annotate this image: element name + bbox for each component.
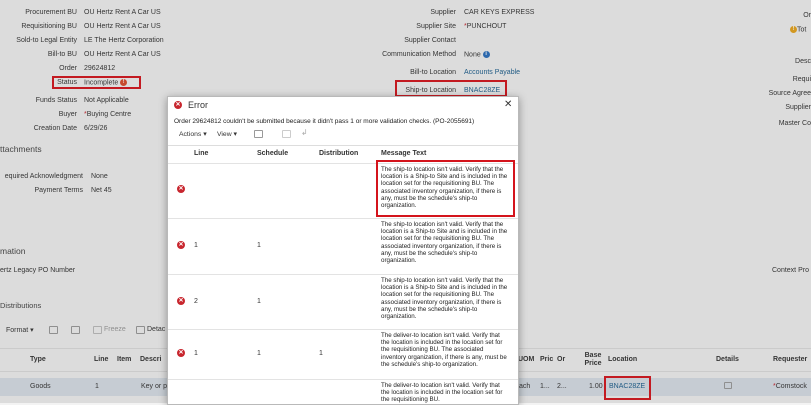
dialog-column-distribution[interactable]: Distribution	[319, 150, 358, 157]
error-message-text: The deliver-to location isn't valid. Ver…	[381, 382, 503, 404]
dialog-column-message[interactable]: Message Text	[381, 150, 426, 157]
error-message-text: The ship-to location isn't valid. Verify…	[381, 221, 508, 265]
error-icon: ✕	[174, 101, 182, 109]
detach-icon[interactable]	[282, 130, 291, 138]
dialog-column-schedule[interactable]: Schedule	[257, 150, 288, 157]
row-schedule: 1	[257, 350, 261, 357]
error-icon: ✕	[177, 349, 185, 357]
close-icon[interactable]: ✕	[504, 99, 512, 110]
error-icon: ✕	[177, 185, 185, 193]
freeze-column-icon[interactable]	[254, 130, 263, 138]
row-schedule: 1	[257, 242, 261, 249]
view-menu[interactable]: View ▾	[217, 130, 237, 138]
error-message-text: The ship-to location isn't valid. Verify…	[381, 277, 508, 321]
dialog-title: Error	[188, 100, 208, 110]
error-dialog: ✕ Error ✕ Order 29624812 couldn't be sub…	[167, 96, 519, 405]
view-menu-label: View	[217, 131, 232, 138]
wrap-icon[interactable]: ↲	[301, 128, 308, 137]
dialog-message: Order 29624812 couldn't be submitted bec…	[174, 118, 475, 125]
message-highlight-box	[376, 160, 515, 217]
dialog-column-line[interactable]: Line	[194, 150, 208, 157]
row-line: 1	[194, 242, 198, 249]
actions-menu[interactable]: Actions ▾	[179, 130, 207, 138]
chevron-down-icon: ▾	[203, 131, 207, 138]
error-message-text: The deliver-to location isn't valid. Ver…	[381, 332, 507, 368]
error-icon: ✕	[177, 241, 185, 249]
row-line: 1	[194, 350, 198, 357]
actions-menu-label: Actions	[179, 131, 202, 138]
row-distribution: 1	[319, 350, 323, 357]
row-line: 2	[194, 298, 198, 305]
row-schedule: 1	[257, 298, 261, 305]
chevron-down-icon: ▾	[233, 131, 237, 138]
error-icon: ✕	[177, 297, 185, 305]
